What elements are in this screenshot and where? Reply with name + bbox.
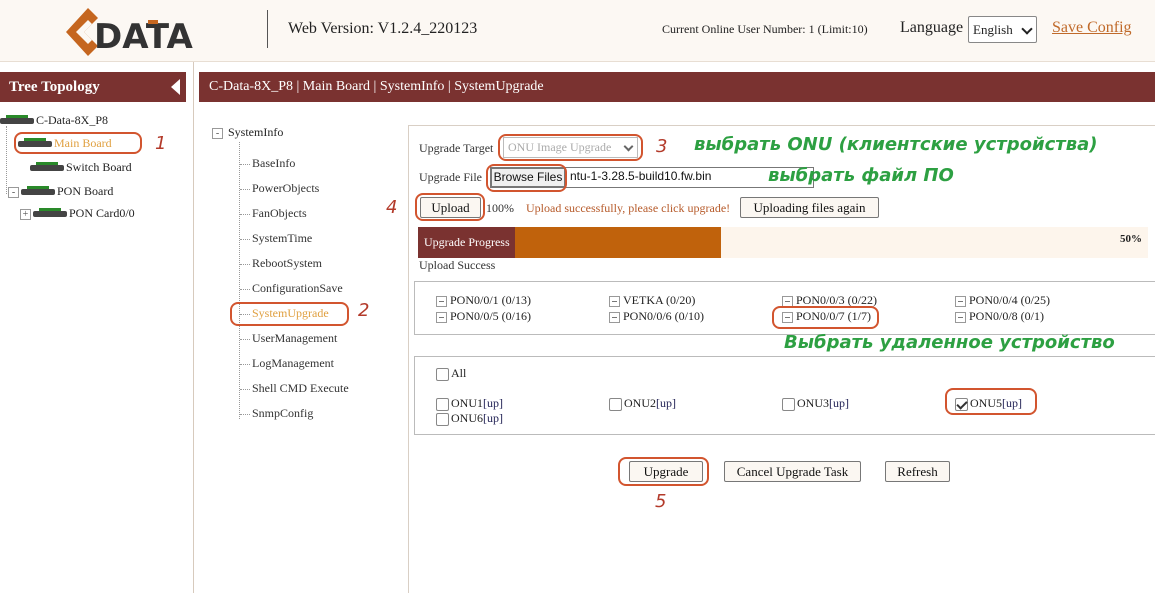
progress-label: Upgrade Progress [418, 227, 515, 258]
annotation-step-1: 1 [155, 133, 167, 154]
annotation-oval-target [498, 134, 643, 161]
pon-port-item[interactable]: PON0/0/5 (0/16) [436, 309, 531, 324]
checkbox[interactable] [436, 397, 449, 411]
upgrade-target-label: Upgrade Target [419, 141, 494, 155]
pon-port-item[interactable]: PON0/0/6 (0/10) [609, 309, 704, 324]
expand-icon [609, 295, 620, 307]
upload-status: Upload Success [419, 258, 496, 272]
pon-port-item[interactable]: VETKA (0/20) [609, 293, 695, 308]
menu-item-usermanagement[interactable]: UserManagement [240, 331, 337, 346]
annotation-oval-systemupgrade [230, 302, 349, 326]
expand-icon [436, 311, 447, 323]
annotation-step-2: 2 [358, 300, 370, 321]
menu-item-snmpconfig[interactable]: SnmpConfig [240, 406, 313, 421]
annotation-step-3: 3 [656, 136, 668, 157]
expand-icon [436, 295, 447, 307]
menu-item-systemtime[interactable]: SystemTime [240, 231, 312, 246]
tree-topology-title: Tree Topology [9, 79, 100, 95]
language-label: Language [900, 19, 964, 36]
checkbox[interactable] [609, 397, 622, 411]
pon-port-item[interactable]: PON0/0/4 (0/25) [955, 293, 1050, 308]
language-value: English [973, 22, 1013, 37]
tree-node-device[interactable]: C-Data-8X_P8 [0, 113, 108, 128]
menu-item-shell-cmd[interactable]: Shell CMD Execute [240, 381, 349, 396]
menu-item-configurationsave[interactable]: ConfigurationSave [240, 281, 343, 296]
menu-root-systeminfo[interactable]: - SystemInfo [212, 125, 283, 140]
upgrade-progress-bar: Upgrade Progress 50% [418, 227, 1148, 258]
menu-item-logmanagement[interactable]: LogManagement [240, 356, 334, 371]
expand-icon [609, 311, 620, 323]
tree-node-pon-card[interactable]: + PON Card0/0 [20, 206, 135, 221]
onu-select-all[interactable]: All [436, 366, 466, 381]
annotation-oval-browse [486, 164, 567, 192]
cancel-upgrade-button[interactable]: Cancel Upgrade Task [724, 461, 861, 482]
checkbox[interactable] [782, 397, 795, 411]
upload-percent: 100% [486, 201, 514, 215]
header-separator [267, 10, 268, 48]
pon-port-item[interactable]: PON0/0/8 (0/1) [955, 309, 1044, 324]
annotation-step-4: 4 [386, 197, 398, 218]
online-user-count: Current Online User Number: 1 (Limit:10) [662, 22, 868, 36]
checkbox[interactable] [436, 367, 449, 381]
tree-topology-header: Tree Topology [0, 72, 186, 102]
annotation-oval-upgrade [618, 457, 709, 486]
annotation-oval-main-board [14, 132, 142, 154]
menu-item-rebootsystem[interactable]: RebootSystem [240, 256, 322, 271]
annotation-step-5: 5 [655, 491, 667, 512]
onu-checkbox-item[interactable]: ONU3[up] [782, 396, 849, 411]
language-select[interactable]: English [968, 16, 1037, 43]
progress-fill [515, 227, 721, 258]
menu-item-baseinfo[interactable]: BaseInfo [240, 156, 295, 171]
progress-percent: 50% [1120, 233, 1142, 245]
svg-text:DATA: DATA [94, 17, 193, 57]
cdata-logo: DATA [62, 4, 198, 60]
web-version: Web Version: V1.2.4_220123 [288, 20, 478, 37]
pon-port-item[interactable]: PON0/0/1 (0/13) [436, 293, 531, 308]
expand-icon[interactable]: - [8, 186, 19, 198]
onu-checkbox-item[interactable]: ONU6[up] [436, 411, 503, 426]
annotation-oval-onu5 [945, 388, 1037, 415]
expand-icon[interactable]: + [20, 208, 31, 220]
breadcrumb: C-Data-8X_P8 | Main Board | SystemInfo |… [199, 72, 1155, 102]
board-icon [33, 208, 67, 218]
upload-message: Upload successfully, please click upgrad… [526, 201, 731, 215]
board-icon [30, 162, 64, 172]
annotation-oval-upload [415, 193, 485, 221]
expand-icon [955, 295, 966, 307]
menu-item-powerobjects[interactable]: PowerObjects [240, 181, 319, 196]
selected-file-name: ntu-1-3.28.5-build10.fw.bin [570, 169, 712, 183]
reupload-button[interactable]: Uploading files again [740, 197, 879, 218]
onu-checkbox-item[interactable]: ONU2[up] [609, 396, 676, 411]
chevron-down-icon [1021, 23, 1033, 35]
annotation-select-file: выбрать файл ПО [768, 165, 954, 186]
collapse-left-icon[interactable] [171, 79, 180, 95]
save-config-link[interactable]: Save Config [1052, 19, 1132, 37]
refresh-button[interactable]: Refresh [885, 461, 950, 482]
menu-item-fanobjects[interactable]: FanObjects [240, 206, 307, 221]
header: DATA Web Version: V1.2.4_220123 Current … [0, 0, 1155, 62]
upgrade-file-label: Upgrade File [419, 170, 482, 184]
tree-connector [6, 126, 7, 194]
tree-node-switch-board[interactable]: Switch Board [30, 160, 132, 175]
annotation-oval-pon7 [772, 306, 879, 329]
collapse-icon[interactable]: - [212, 127, 223, 139]
expand-icon [955, 311, 966, 323]
annotation-select-onu: выбрать ONU (клиентские устройства) [694, 134, 1098, 155]
board-icon [21, 186, 55, 196]
tree-node-pon-board[interactable]: - PON Board [8, 184, 113, 199]
device-icon [0, 115, 34, 125]
onu-checkbox-item[interactable]: ONU1[up] [436, 396, 503, 411]
checkbox[interactable] [436, 412, 449, 426]
annotation-select-remote: Выбрать удаленное устройство [784, 332, 1115, 353]
